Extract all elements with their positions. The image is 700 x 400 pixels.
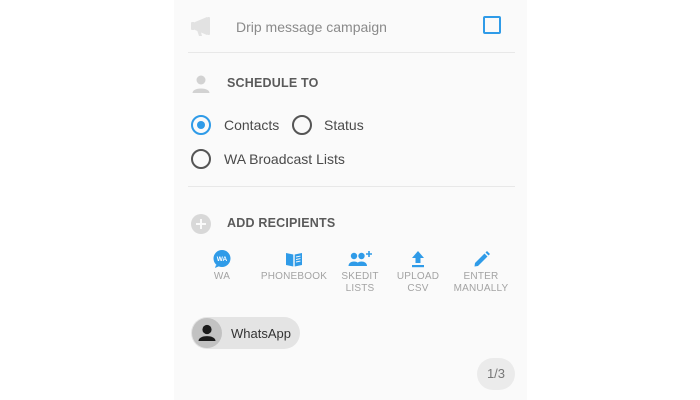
drip-campaign-label: Drip message campaign <box>236 19 387 35</box>
page-indicator: 1/3 <box>477 358 515 390</box>
add-recipients-title: ADD RECIPIENTS <box>227 216 336 230</box>
add-circle-icon <box>191 214 211 234</box>
schedule-panel: Drip message campaign SCHEDULE TO Contac… <box>174 0 527 400</box>
recipient-chip-label: WhatsApp <box>231 326 291 341</box>
drip-campaign-row[interactable]: Drip message campaign <box>188 10 513 44</box>
divider <box>188 186 515 187</box>
wa-badge-text: WA <box>217 256 228 263</box>
recipient-sources: WA WA PHONEBOOK SKEDIT LISTS UPLOAD CSV … <box>196 250 516 300</box>
radio-wa-broadcast-lists-label: WA Broadcast Lists <box>224 151 345 167</box>
person-icon <box>198 324 216 341</box>
source-enter-manually-button[interactable]: ENTER MANUALLY <box>441 250 521 295</box>
radio-status[interactable]: Status <box>292 114 364 136</box>
pencil-icon <box>474 251 490 267</box>
source-wa-label: WA <box>213 271 231 282</box>
avatar <box>192 318 222 348</box>
skedit-lists-icon <box>348 251 372 266</box>
source-enter-manually-label: ENTER MANUALLY <box>453 271 509 294</box>
recipient-chip-whatsapp[interactable]: WhatsApp <box>191 317 300 349</box>
radio-status-label: Status <box>324 117 364 133</box>
radio-contacts-label: Contacts <box>224 117 280 133</box>
source-wa-button[interactable]: WA WA <box>182 250 262 283</box>
radio-contacts[interactable]: Contacts <box>191 114 279 136</box>
radio-status-indicator[interactable] <box>292 115 312 135</box>
drip-campaign-checkbox[interactable] <box>483 16 501 34</box>
person-icon <box>192 75 210 93</box>
megaphone-icon <box>191 17 210 36</box>
radio-wa-broadcast-lists[interactable]: WA Broadcast Lists <box>191 148 345 170</box>
radio-wa-broadcast-lists-indicator[interactable] <box>191 149 211 169</box>
upload-icon <box>412 251 424 268</box>
radio-contacts-indicator[interactable] <box>191 115 211 135</box>
divider <box>188 52 515 53</box>
schedule-to-title: SCHEDULE TO <box>227 76 319 90</box>
whatsapp-icon: WA <box>213 250 231 268</box>
phonebook-icon <box>286 253 302 267</box>
